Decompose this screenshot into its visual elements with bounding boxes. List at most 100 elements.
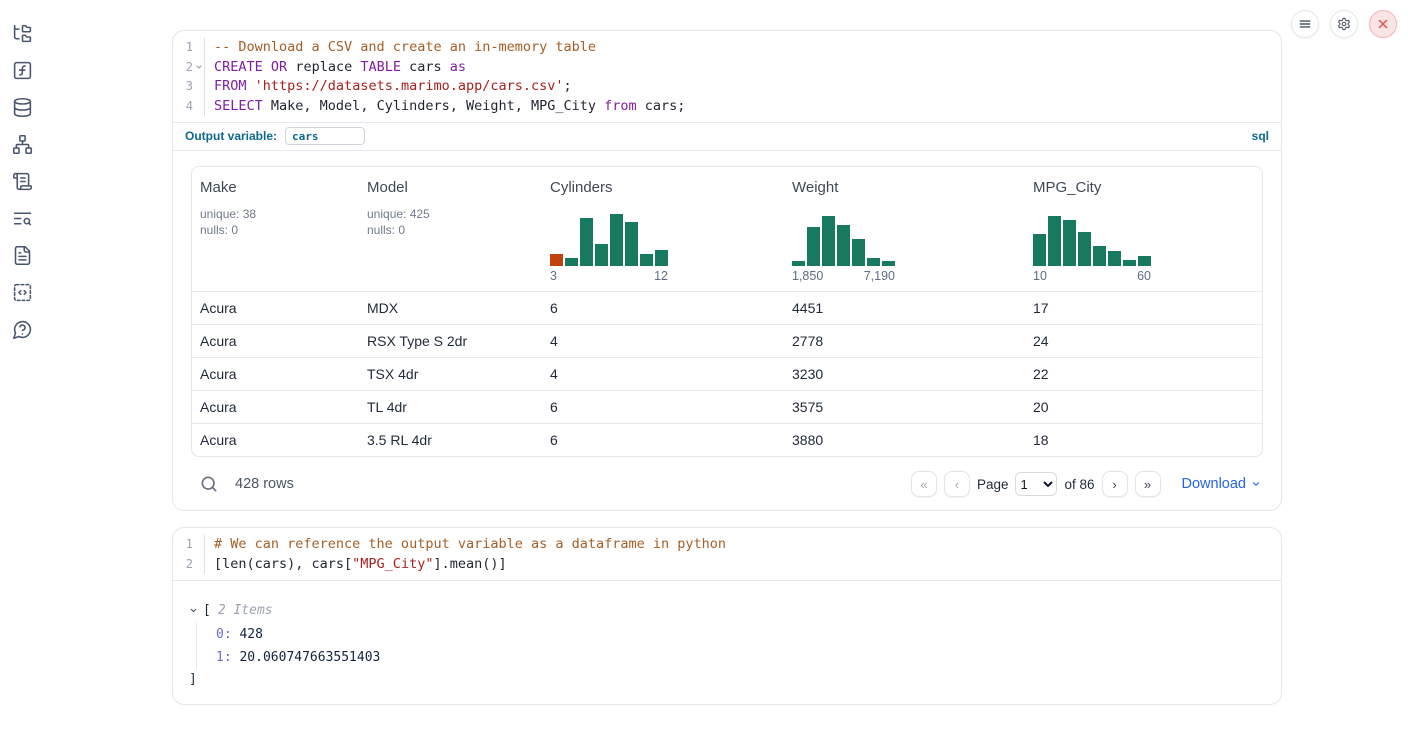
- line-number: 1: [173, 38, 205, 58]
- table-row[interactable]: AcuraMDX6445117: [192, 291, 1262, 324]
- column-header-mpg_city[interactable]: MPG_City1060: [1025, 167, 1263, 291]
- code-line[interactable]: 3FROM 'https://datasets.marimo.app/cars.…: [173, 77, 1281, 97]
- table-cell: MDX: [359, 300, 542, 316]
- histogram-bar: [610, 214, 623, 266]
- table-cell: TL 4dr: [359, 399, 542, 415]
- histogram-bar: [807, 227, 820, 266]
- table-cell: Acura: [192, 333, 359, 349]
- documentation-icon[interactable]: [10, 243, 34, 267]
- page-total: of 86: [1064, 477, 1094, 492]
- next-page-button[interactable]: ›: [1102, 471, 1128, 497]
- line-number: 4: [173, 97, 205, 117]
- column-header-make[interactable]: Make unique: 38nulls: 0: [192, 167, 359, 291]
- histogram-bar: [580, 218, 593, 266]
- column-stats: unique: 425nulls: 0: [367, 206, 534, 238]
- histogram-bar: [655, 250, 668, 266]
- column-header-model[interactable]: Model unique: 425nulls: 0: [359, 167, 542, 291]
- logs-icon[interactable]: [10, 206, 34, 230]
- column-header-cylinders[interactable]: Cylinders312: [542, 167, 784, 291]
- column-title: Model: [367, 179, 534, 196]
- output-variable-input[interactable]: [285, 127, 365, 145]
- table-cell: 3880: [784, 432, 1025, 448]
- table-cell: RSX Type S 2dr: [359, 333, 542, 349]
- line-number: 2: [173, 555, 205, 575]
- histogram-bar: [822, 216, 835, 266]
- python-cell: 1# We can reference the output variable …: [172, 527, 1282, 705]
- output-list-item: 1: 20.060747663551403: [216, 646, 1265, 669]
- prev-page-button[interactable]: ‹: [944, 471, 970, 497]
- code-line[interactable]: 2[len(cars), cars["MPG_City"].mean()]: [173, 555, 1281, 575]
- help-icon[interactable]: [10, 317, 34, 341]
- column-title: Weight: [792, 179, 1017, 196]
- pagination: « ‹ Page 1 of 86 › » Download: [911, 471, 1261, 497]
- table-row[interactable]: AcuraTL 4dr6357520: [192, 390, 1262, 423]
- download-button[interactable]: Download: [1182, 476, 1262, 492]
- data-sources-icon[interactable]: [10, 95, 34, 119]
- histogram-range-labels: 1,8507,190: [792, 269, 895, 283]
- output-variable-row: Output variable: sql: [173, 122, 1281, 150]
- column-title: Make: [200, 179, 351, 196]
- histogram-range-labels: 312: [550, 269, 668, 283]
- histogram-bar: [1108, 251, 1121, 266]
- code-text: CREATE OR replace TABLE cars as: [205, 58, 466, 78]
- table-row[interactable]: AcuraTSX 4dr4323022: [192, 357, 1262, 390]
- table-cell: TSX 4dr: [359, 366, 542, 382]
- python-code-editor[interactable]: 1# We can reference the output variable …: [173, 528, 1281, 580]
- output-variable-label: Output variable:: [185, 129, 277, 143]
- notebook-area: 1-- Download a CSV and create an in-memo…: [172, 30, 1282, 705]
- table-cell: 18: [1025, 432, 1263, 448]
- table-cell: 20: [1025, 399, 1263, 415]
- menu-icon[interactable]: [1291, 10, 1319, 38]
- table-cell: 4451: [784, 300, 1025, 316]
- open-bracket: [: [203, 600, 211, 621]
- histogram-bar: [1048, 216, 1061, 266]
- file-explorer-icon[interactable]: [10, 21, 34, 45]
- histogram-bar: [625, 222, 638, 266]
- shutdown-close-icon[interactable]: [1369, 10, 1397, 38]
- page-select[interactable]: 1: [1015, 472, 1057, 496]
- code-line[interactable]: 4SELECT Make, Model, Cylinders, Weight, …: [173, 97, 1281, 117]
- variables-icon[interactable]: [10, 58, 34, 82]
- histogram-bar: [1093, 246, 1106, 266]
- table-cell: 4: [542, 333, 784, 349]
- table-footer: 428 rows « ‹ Page 1 of 86 › » Download: [191, 466, 1263, 502]
- table-cell: 6: [542, 300, 784, 316]
- table-row[interactable]: Acura3.5 RL 4dr6388018: [192, 423, 1262, 456]
- code-line[interactable]: 1-- Download a CSV and create an in-memo…: [173, 38, 1281, 58]
- scratchpad-icon[interactable]: [10, 169, 34, 193]
- histogram-bar: [565, 258, 578, 266]
- download-label: Download: [1182, 476, 1247, 492]
- collapse-icon[interactable]: [189, 606, 203, 615]
- dependency-graph-icon[interactable]: [10, 132, 34, 156]
- last-page-button[interactable]: »: [1135, 471, 1161, 497]
- chevron-down-icon: [1251, 479, 1261, 489]
- table-row[interactable]: AcuraRSX Type S 2dr4277824: [192, 324, 1262, 357]
- table-cell: 6: [542, 432, 784, 448]
- first-page-button[interactable]: «: [911, 471, 937, 497]
- column-header-weight[interactable]: Weight 1,8507,190: [784, 167, 1025, 291]
- line-number: 2: [173, 58, 205, 78]
- output-list-header: [ 2 Items: [189, 600, 1265, 621]
- data-table: Make unique: 38nulls: 0 Model unique: 425nu…: [191, 166, 1263, 457]
- column-stats: unique: 38nulls: 0: [200, 206, 351, 238]
- code-line[interactable]: 1# We can reference the output variable …: [173, 535, 1281, 555]
- table-cell: 3575: [784, 399, 1025, 415]
- histogram-bar: [792, 261, 805, 266]
- items-count: 2 Items: [218, 600, 273, 621]
- code-text: [len(cars), cars["MPG_City"].mean()]: [205, 555, 507, 575]
- settings-gear-icon[interactable]: [1330, 10, 1358, 38]
- fold-chevron-icon[interactable]: [193, 63, 204, 71]
- code-line[interactable]: 2CREATE OR replace TABLE cars as: [173, 58, 1281, 78]
- sql-code-editor[interactable]: 1-- Download a CSV and create an in-memo…: [173, 31, 1281, 122]
- snippets-icon[interactable]: [10, 280, 34, 304]
- line-number: 1: [173, 535, 205, 555]
- search-icon[interactable]: [199, 474, 219, 494]
- code-text: # We can reference the output variable a…: [205, 535, 726, 555]
- sql-cell: 1-- Download a CSV and create an in-memo…: [172, 30, 1282, 511]
- table-header-row: Make unique: 38nulls: 0 Model unique: 425nu…: [192, 167, 1262, 291]
- table-cell: Acura: [192, 300, 359, 316]
- table-cell: Acura: [192, 366, 359, 382]
- python-cell-output: [ 2 Items 0: 4281: 20.060747663551403 ]: [173, 580, 1281, 704]
- histogram-bar: [867, 258, 880, 266]
- histogram-bar: [1078, 232, 1091, 266]
